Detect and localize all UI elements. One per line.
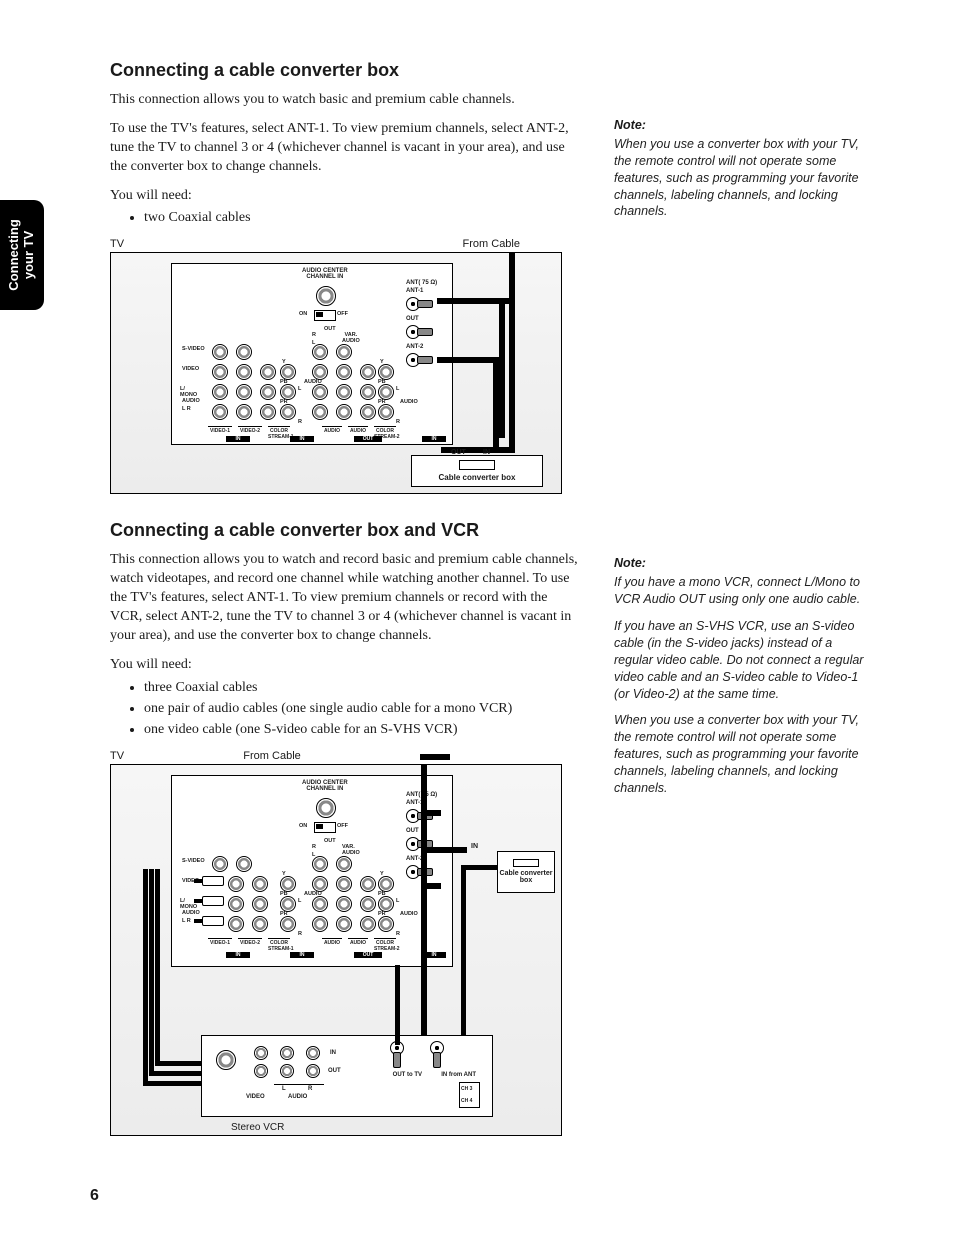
diag1-out-b: OUT xyxy=(354,436,382,442)
diag1-audiocenter-jack xyxy=(316,286,336,306)
chapter-tab-line1: Connecting xyxy=(6,219,21,291)
section2-bullet-0: three Coaxial cables xyxy=(144,677,580,698)
section1-heading: Connecting a cable converter box xyxy=(110,60,884,81)
diag2-out-to-tv: OUT to TV xyxy=(393,1072,422,1078)
diag1-audio-left: AUDIO xyxy=(182,398,200,404)
section2-p1: This connection allows you to watch and … xyxy=(110,551,580,645)
diag1-ant1-conn xyxy=(406,296,434,310)
section2-notes: Note: If you have a mono VCR, connect L/… xyxy=(614,549,874,806)
diag2-ccbox-label: Cable converter box xyxy=(498,870,554,885)
section2-heading: Connecting a cable converter box and VCR xyxy=(110,520,884,541)
section2-note3: When you use a converter box with your T… xyxy=(614,712,874,796)
diag2-converter-box: Cable converter box xyxy=(497,851,555,893)
diag1-onoff-switch xyxy=(314,310,336,321)
diag1-audio-right: AUDIO xyxy=(400,399,418,405)
diag1-varaudio: VAR. AUDIO xyxy=(342,332,360,344)
diag1-ccbox-label: Cable converter box xyxy=(439,473,516,482)
section1-p2: To use the TV's features, select ANT-1. … xyxy=(110,120,580,177)
diag2-cable-trunk xyxy=(421,765,427,1045)
diag2-ch3: CH 3 xyxy=(461,1086,472,1092)
diag2-ch4: CH 4 xyxy=(461,1098,472,1104)
diagram1: TV From Cable AUDIO CENTER CHANNEL IN ON… xyxy=(110,238,580,494)
diag1-cable-to-ant2 xyxy=(437,357,499,363)
diag2-tv-panel: AUDIO CENTER CHANNEL IN ON OFF OUT VAR. … xyxy=(171,775,453,967)
diag2-vcr-video: VIDEO xyxy=(246,1094,265,1100)
section1-note: Note: When you use a converter box with … xyxy=(614,89,874,230)
diag1-in-b: IN xyxy=(226,436,250,442)
diag1-fromcable-label: From Cable xyxy=(463,238,520,250)
diag1-r: R xyxy=(312,332,316,338)
diag1-converter-box: Cable converter box xyxy=(411,455,543,487)
diag1-antout: OUT xyxy=(406,316,446,322)
diag2-vcr-r: R xyxy=(308,1086,312,1092)
section1-main: This connection allows you to watch basi… xyxy=(110,89,580,494)
diag1-out-row: OUT xyxy=(324,326,336,332)
chapter-tab-line2: your TV xyxy=(21,231,36,279)
section2-bullet-1: one pair of audio cables (one single aud… xyxy=(144,698,580,719)
chapter-tab: Connecting your TV xyxy=(0,200,44,310)
diag1-tv-label: TV xyxy=(110,238,124,250)
diag1-antout-conn xyxy=(406,324,434,338)
diag1-ant2-conn xyxy=(406,352,434,366)
diag2-vcr-audio: AUDIO xyxy=(288,1094,307,1100)
section1-note-body: When you use a converter box with your T… xyxy=(614,136,874,220)
diag2-vcr-in: IN xyxy=(330,1050,336,1056)
section1-p1: This connection allows you to watch basi… xyxy=(110,91,580,110)
section2-main: This connection allows you to watch and … xyxy=(110,549,580,1135)
diag2-vcr-l: L xyxy=(282,1086,286,1092)
diag1-l2: L xyxy=(298,386,301,392)
diagram2: TV From Cable AUDIO CENTER CHANNEL IN ON… xyxy=(110,750,580,1136)
diag1-in-b3: IN xyxy=(422,436,446,442)
diag2-stereovcr: Stereo VCR xyxy=(231,1122,284,1133)
diag1-video: VIDEO xyxy=(182,366,199,372)
diag1-l3: L xyxy=(396,386,399,392)
diag2-vcr: IN OUT VIDEO L R AUDIO OUT to TV IN from… xyxy=(201,1035,493,1117)
diag2-cc-in: IN xyxy=(471,843,478,850)
diag1-on: ON xyxy=(299,311,307,317)
diag1-off: OFF xyxy=(337,311,348,317)
section2-note-head: Note: xyxy=(614,555,874,572)
diag1-in-b2: IN xyxy=(290,436,314,442)
section2-note1: If you have a mono VCR, connect L/Mono t… xyxy=(614,574,874,608)
diag1-r3: R xyxy=(396,419,400,425)
diag1-r2: R xyxy=(298,419,302,425)
section1-note-head: Note: xyxy=(614,117,874,134)
diag1-audiocenter: AUDIO CENTER CHANNEL IN xyxy=(302,268,348,280)
section2-p2: You will need: xyxy=(110,656,580,675)
diag1-lmono: L/ MONO xyxy=(180,386,197,398)
section1-p3: You will need: xyxy=(110,187,580,206)
page-number: 6 xyxy=(90,1187,99,1205)
diag2-audiocenter: AUDIO CENTER CHANNEL IN xyxy=(302,780,348,792)
section1-bullet-0: two Coaxial cables xyxy=(144,207,580,228)
section2-bullet-2: one video cable (one S-video cable for a… xyxy=(144,719,580,740)
section1-bullets: two Coaxial cables xyxy=(110,207,580,228)
diag2-in-from-ant: IN from ANT xyxy=(441,1072,476,1078)
section2-bullets: three Coaxial cables one pair of audio c… xyxy=(110,677,580,740)
diag2-chselect: CH 3 CH 4 xyxy=(459,1082,480,1108)
diag2-fromcable-label: From Cable xyxy=(243,750,300,762)
diag1-ant2: ANT-2 xyxy=(406,344,446,350)
diag1-svideo: S-VIDEO xyxy=(182,346,205,352)
diag1-lr: L R xyxy=(182,406,191,412)
diag1-tv-panel: AUDIO CENTER CHANNEL IN ON OFF OUT VAR. … xyxy=(171,263,453,445)
diag2-cable-stub xyxy=(420,754,450,760)
diag1-cable-main xyxy=(509,253,515,453)
diag1-ant75: ANT( 75 Ω) xyxy=(406,280,446,286)
diag2-vcr-out: OUT xyxy=(328,1068,341,1074)
section2-note2: If you have an S-VHS VCR, use an S-video… xyxy=(614,618,874,702)
diag1-ant1: ANT-1 xyxy=(406,288,446,294)
diag2-tv-label: TV xyxy=(110,750,124,762)
